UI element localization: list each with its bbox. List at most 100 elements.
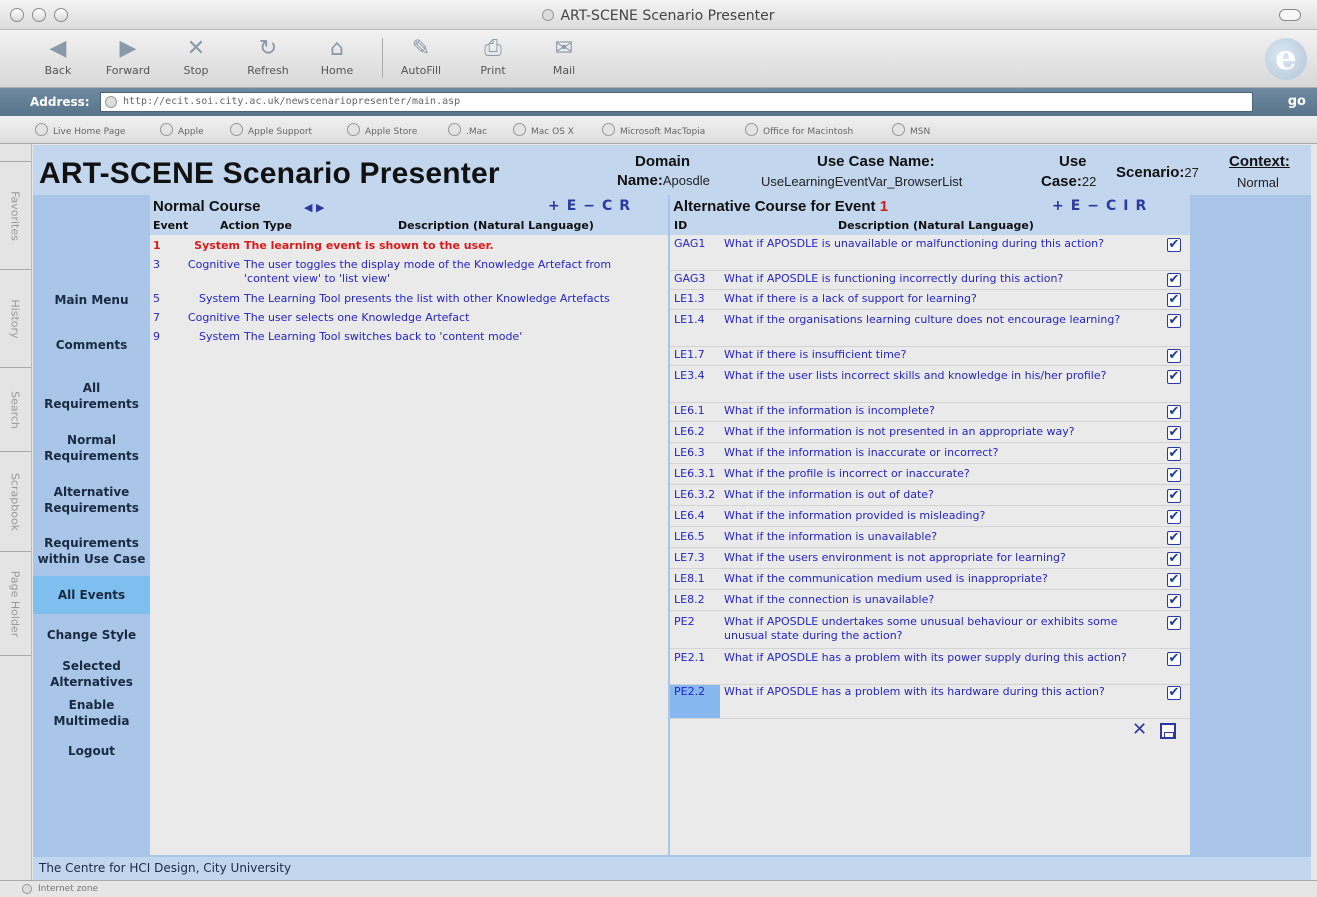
favorite-live-home-page[interactable]: Live Home Page xyxy=(35,123,125,137)
alternative-row[interactable]: LE1.7 What if there is insufficient time?… xyxy=(670,348,1190,366)
alternative-checkbox[interactable]: ✔ xyxy=(1167,616,1181,630)
nav-change-style[interactable]: Change Style xyxy=(33,627,150,643)
alternative-row[interactable]: LE6.4 What if the information provided is… xyxy=(670,509,1190,527)
mail-button[interactable]: ✉ Mail xyxy=(534,34,594,77)
alternative-checkbox[interactable]: ✔ xyxy=(1167,293,1181,307)
alternative-row[interactable]: LE8.1 What if the communication medium us… xyxy=(670,572,1190,590)
sidetab-history[interactable]: History xyxy=(0,270,31,368)
alternative-checkbox[interactable]: ✔ xyxy=(1167,686,1181,700)
nav-logout[interactable]: Logout xyxy=(33,743,150,759)
favorite-msn[interactable]: MSN xyxy=(892,123,930,137)
internet-explorer-logo-icon: e xyxy=(1265,38,1307,80)
alternative-row[interactable]: PE2 What if APOSDLE undertakes some unusu… xyxy=(670,615,1190,649)
favorite-apple-support[interactable]: Apple Support xyxy=(230,123,312,137)
alternative-checkbox[interactable]: ✔ xyxy=(1167,426,1181,440)
normal-course-controls[interactable]: +E−CR xyxy=(548,198,637,214)
sidetab-favorites[interactable]: Favorites xyxy=(0,162,31,270)
alternative-checkbox[interactable]: ✔ xyxy=(1167,489,1181,503)
nav-all-events[interactable]: All Events xyxy=(33,576,150,614)
alternative-row[interactable]: GAG3 What if APOSDLE is functioning incor… xyxy=(670,272,1190,290)
save-disk-icon[interactable] xyxy=(1160,723,1176,739)
event-row[interactable]: 7 Cognitive The user selects one Knowled… xyxy=(150,311,668,325)
alternative-checkbox[interactable]: ✔ xyxy=(1167,370,1181,384)
alternative-checkbox[interactable]: ✔ xyxy=(1167,552,1181,566)
alternative-row[interactable]: LE6.5 What if the information is unavaila… xyxy=(670,530,1190,548)
alternative-row[interactable]: LE6.2 What if the information is not pres… xyxy=(670,425,1190,443)
event-navigation-arrows-icon[interactable]: ◀ ▶ xyxy=(304,201,324,214)
print-button[interactable]: ⎙ Print xyxy=(463,34,523,77)
alternative-checkbox[interactable]: ✔ xyxy=(1167,652,1181,666)
event-row[interactable]: 5 System The Learning Tool presents the … xyxy=(150,292,668,306)
alternative-row[interactable]: LE7.3 What if the users environment is no… xyxy=(670,551,1190,569)
nav-comments[interactable]: Comments xyxy=(33,337,150,353)
alternative-row[interactable]: GAG1 What if APOSDLE is unavailable or ma… xyxy=(670,237,1190,271)
status-text: Internet zone xyxy=(38,884,99,894)
address-field[interactable]: http://ecit.soi.city.ac.uk/newscenariopr… xyxy=(100,92,1253,112)
alternative-checkbox[interactable]: ✔ xyxy=(1167,349,1181,363)
back-button[interactable]: ◀ Back xyxy=(28,34,88,77)
alternative-checkbox[interactable]: ✔ xyxy=(1167,510,1181,524)
alternative-checkbox[interactable]: ✔ xyxy=(1167,447,1181,461)
sidetab-page-holder[interactable]: Page Holder xyxy=(0,552,31,656)
alternative-row[interactable]: LE6.1 What if the information is incomple… xyxy=(670,404,1190,422)
mail-label: Mail xyxy=(552,64,576,77)
toolbar-toggle-icon[interactable] xyxy=(1279,9,1301,21)
favorite-office-for-macintosh[interactable]: Office for Macintosh xyxy=(745,123,853,137)
status-bar: Internet zone xyxy=(0,880,1317,897)
event-description: The Learning Tool presents the list with… xyxy=(244,292,610,305)
alternative-checkbox[interactable]: ✔ xyxy=(1167,531,1181,545)
favorite-apple-store[interactable]: Apple Store xyxy=(347,123,417,137)
alternative-checkbox[interactable]: ✔ xyxy=(1167,594,1181,608)
alternative-checkbox[interactable]: ✔ xyxy=(1167,405,1181,419)
alternative-id: LE7.3 xyxy=(674,551,705,564)
alternative-row[interactable]: LE3.4 What if the user lists incorrect sk… xyxy=(670,369,1190,403)
refresh-button[interactable]: ↻ Refresh xyxy=(238,34,298,77)
alternative-description: What if the information is out of date? xyxy=(724,488,934,501)
alternative-checkbox[interactable]: ✔ xyxy=(1167,573,1181,587)
toolbar-divider xyxy=(382,38,383,78)
alternative-row[interactable]: PE2.2 What if APOSDLE has a problem with … xyxy=(670,685,1190,719)
alternative-row[interactable]: LE1.3 What if there is a lack of support … xyxy=(670,292,1190,310)
event-description: The learning event is shown to the user. xyxy=(244,239,494,252)
stop-button[interactable]: ✕ Stop xyxy=(166,34,226,77)
nav-main-menu[interactable]: Main Menu xyxy=(33,292,150,308)
alternative-checkbox[interactable]: ✔ xyxy=(1167,314,1181,328)
autofill-button[interactable]: ✎ AutoFill xyxy=(391,34,451,77)
forward-button[interactable]: ▶ Forward xyxy=(98,34,158,77)
sidebar-collapse-handle[interactable] xyxy=(0,144,31,162)
alternative-course-controls[interactable]: +E−CIR xyxy=(1052,198,1153,214)
alternative-checkbox[interactable]: ✔ xyxy=(1167,238,1181,252)
alternative-checkbox[interactable]: ✔ xyxy=(1167,273,1181,287)
favorite-microsoft-mactopia[interactable]: Microsoft MacTopia xyxy=(602,123,705,137)
alternative-row[interactable]: LE1.4 What if the organisations learning … xyxy=(670,313,1190,347)
nav-alternative-requirements[interactable]: Alternative Requirements xyxy=(33,484,150,516)
alternative-course-event-number: 1 xyxy=(879,198,889,215)
case-label: Case: xyxy=(1041,173,1082,190)
sidetab-search[interactable]: Search xyxy=(0,368,31,452)
event-row[interactable]: 1 System The learning event is shown to … xyxy=(150,239,668,253)
alternative-id: PE2.2 xyxy=(670,685,720,718)
nav-normal-requirements[interactable]: Normal Requirements xyxy=(33,432,150,464)
alternative-row[interactable]: LE6.3.2 What if the information is out of… xyxy=(670,488,1190,506)
nav-all-requirements[interactable]: All Requirements xyxy=(33,380,150,412)
alternative-checkbox[interactable]: ✔ xyxy=(1167,468,1181,482)
favorite-mac-os-x[interactable]: Mac OS X xyxy=(513,123,574,137)
go-button[interactable]: go xyxy=(1260,92,1310,112)
sidetab-scrapbook[interactable]: Scrapbook xyxy=(0,452,31,552)
scenario: Scenario:27 xyxy=(1116,164,1199,181)
nav-selected-alternatives[interactable]: Selected Alternatives xyxy=(33,658,150,690)
favorite-dotmac[interactable]: .Mac xyxy=(448,123,487,137)
alternative-row[interactable]: LE6.3 What if the information is inaccura… xyxy=(670,446,1190,464)
close-x-icon[interactable]: ✕ xyxy=(1132,719,1147,740)
nav-requirements-within-use-case[interactable]: Requirements within Use Case xyxy=(33,535,150,567)
home-button[interactable]: ⌂ Home xyxy=(307,34,367,77)
context-link[interactable]: Context: xyxy=(1229,153,1290,170)
alternative-course-title-text: Alternative Course for Event xyxy=(673,198,876,215)
alternative-row[interactable]: LE6.3.1 What if the profile is incorrect … xyxy=(670,467,1190,485)
nav-enable-multimedia[interactable]: Enable Multimedia xyxy=(33,697,150,729)
favorite-apple[interactable]: Apple xyxy=(160,123,204,137)
alternative-row[interactable]: LE8.2 What if the connection is unavailab… xyxy=(670,593,1190,611)
alternative-row[interactable]: PE2.1 What if APOSDLE has a problem with … xyxy=(670,651,1190,685)
event-row[interactable]: 9 System The Learning Tool switches back… xyxy=(150,330,668,344)
event-row[interactable]: 3 Cognitive The user toggles the display… xyxy=(150,258,668,286)
